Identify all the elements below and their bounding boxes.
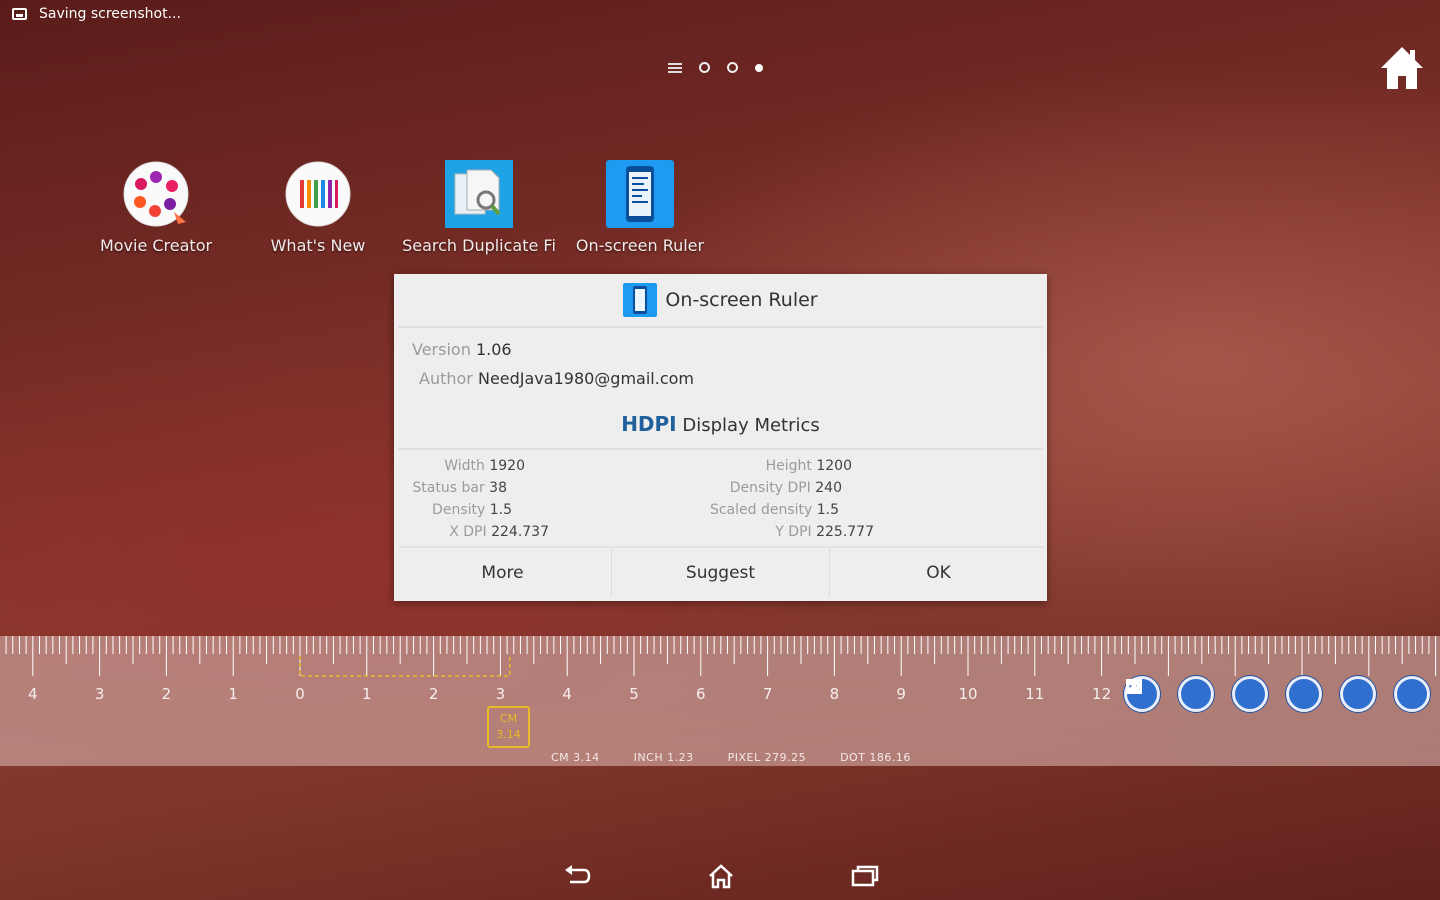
ruler-number: 6	[696, 685, 706, 703]
dialog-info: Version 1.06 Author NeedJava1980@gmail.c…	[398, 328, 1043, 450]
home-icon[interactable]	[1378, 44, 1426, 92]
ruler-app-icon	[623, 283, 658, 317]
ok-button[interactable]: OK	[830, 548, 1047, 597]
close-icon[interactable]	[1126, 676, 1376, 712]
page-dot-active[interactable]	[755, 63, 763, 72]
author-email[interactable]: NeedJava1980@gmail.com	[478, 369, 694, 388]
measurement-bracket	[299, 656, 511, 677]
ruler-number: 10	[958, 685, 977, 703]
ruler-number: 4	[562, 685, 572, 703]
ruler-number: 3	[95, 685, 105, 703]
ruler-number: 5	[629, 685, 639, 703]
marker-value: 3.14	[496, 728, 521, 741]
whats-new-icon	[285, 161, 351, 227]
metrics-heading: Display Metrics	[682, 415, 820, 436]
brush-icon[interactable]	[1126, 676, 1268, 712]
home-nav-icon[interactable]	[706, 862, 736, 890]
metric-density: Density 1.5	[432, 502, 512, 518]
dialog-title: On-screen Ruler	[665, 289, 818, 311]
more-button[interactable]: More	[394, 548, 612, 597]
app-label: Search Duplicate Fi	[402, 236, 556, 255]
ruler-number: 3	[496, 685, 506, 703]
ruler-readouts: CM 3.14 INCH 1.23 PIXEL 279.25 DOT 186.1…	[551, 751, 911, 764]
readout-cm: CM 3.14	[551, 751, 600, 764]
metric-scaled-density: Scaled density 1.5	[709, 502, 839, 518]
dialog-actions: More Suggest OK	[394, 548, 1047, 597]
screenshot-icon	[12, 8, 27, 20]
ruler-number: 0	[295, 685, 305, 703]
ruler-number: 2	[429, 685, 439, 703]
dialog-header: On-screen Ruler	[398, 274, 1043, 328]
readout-pixel: PIXEL 279.25	[727, 751, 807, 764]
app-icons-row: Movie Creator What's New Search Duplicat…	[0, 160, 760, 270]
app-label: On-screen Ruler	[575, 236, 705, 255]
metric-density-dpi: Density DPI 240	[729, 480, 842, 496]
marker-unit: CM	[499, 712, 518, 725]
ruler-number: 1	[228, 685, 238, 703]
ruler-toolbar	[1124, 676, 1430, 712]
metrics-title: HDPI Display Metrics	[398, 412, 1043, 436]
app-search-duplicate[interactable]: Search Duplicate Fi	[399, 160, 559, 255]
metric-width: Width 1920	[444, 458, 525, 474]
metric-height: Height 1200	[765, 458, 852, 474]
app-drawer-menu-icon[interactable]	[668, 62, 682, 73]
ruler-number: 4	[28, 685, 38, 703]
ruler-number: 7	[763, 685, 773, 703]
app-whats-new[interactable]: What's New	[238, 160, 398, 255]
readout-inch: INCH 1.23	[633, 751, 694, 764]
status-notification: Saving screenshot...	[39, 6, 181, 22]
version-row: Version 1.06	[412, 340, 512, 359]
hdpi-label: HDPI	[621, 412, 677, 436]
ruler-number: 1	[362, 685, 372, 703]
ruler-number: 11	[1025, 685, 1044, 703]
app-on-screen-ruler[interactable]: On-screen Ruler	[560, 160, 720, 255]
ruler-number: 8	[830, 685, 840, 703]
version-label: Version	[412, 340, 471, 359]
navigation-bar	[0, 850, 1440, 900]
settings-icon[interactable]	[1126, 676, 1430, 712]
search-duplicate-icon	[445, 160, 513, 228]
movie-creator-icon	[123, 161, 189, 227]
recent-apps-icon[interactable]	[850, 862, 880, 890]
author-row: Author NeedJava1980@gmail.com	[419, 369, 694, 388]
app-label: Movie Creator	[99, 236, 213, 255]
info-icon[interactable]	[1132, 676, 1322, 712]
suggest-button[interactable]: Suggest	[612, 548, 830, 597]
ruler-number: 12	[1092, 685, 1111, 703]
measurement-marker[interactable]: CM 3.14	[487, 706, 530, 748]
on-screen-ruler[interactable]: 4 3 2 1 0 1 2 3 4 5 6 7 8 9 10 11 12 CM 3.14 CM 3.14 INC…	[0, 636, 1440, 766]
metric-y-dpi: Y DPI 225.777	[775, 524, 874, 540]
page-dot[interactable]	[727, 62, 738, 73]
app-label: What's New	[270, 236, 366, 255]
status-bar: Saving screenshot...	[0, 0, 1440, 28]
ruler-number: 2	[162, 685, 172, 703]
page-indicator	[668, 62, 763, 73]
back-icon[interactable]	[562, 862, 592, 890]
version-value: 1.06	[475, 340, 512, 359]
metric-x-dpi: X DPI 224.737	[449, 524, 549, 540]
readout-dot: DOT 186.16	[840, 751, 911, 764]
author-label: Author	[419, 369, 473, 388]
display-metrics: Width 1920 Height 1200 Status bar 38 Den…	[398, 450, 1043, 548]
page-dot[interactable]	[699, 62, 710, 73]
ruler-app-icon	[606, 160, 674, 228]
metric-status-bar: Status bar 38	[412, 480, 507, 496]
app-movie-creator[interactable]: Movie Creator	[76, 160, 236, 255]
about-dialog: On-screen Ruler Version 1.06 Author Need…	[394, 274, 1047, 601]
calendar-icon[interactable]	[1126, 676, 1214, 712]
ruler-number: 9	[896, 685, 906, 703]
